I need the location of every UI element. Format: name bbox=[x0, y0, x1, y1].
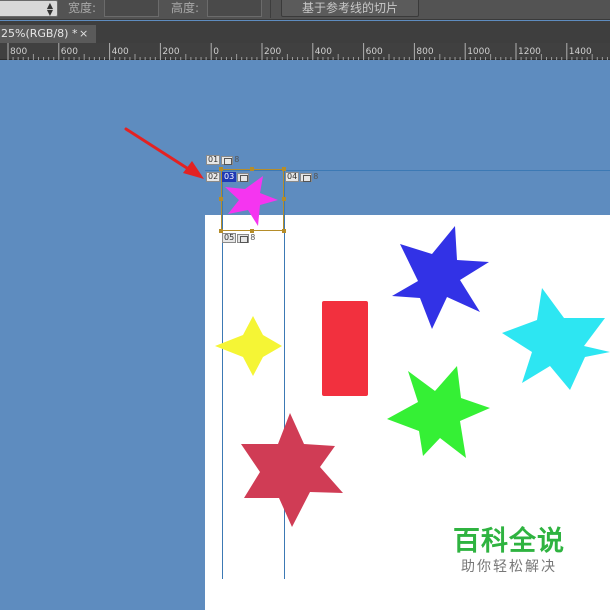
slice-number: 04 bbox=[285, 172, 300, 182]
yellow-star bbox=[215, 316, 282, 376]
resize-handle-bottom-right[interactable] bbox=[282, 229, 286, 233]
link-icon: 8 bbox=[250, 233, 256, 242]
watermark-title: 百科全说 bbox=[453, 526, 565, 557]
resize-handle-top-left[interactable] bbox=[219, 167, 223, 171]
link-icon: 8 bbox=[313, 172, 319, 181]
red-rectangle bbox=[322, 301, 368, 396]
watermark-logo: 百科全说 助你轻松解决 bbox=[432, 522, 586, 584]
slice-tag-04[interactable]: 04 8 bbox=[285, 172, 318, 182]
resize-handle-top[interactable] bbox=[250, 167, 254, 171]
slice-tag-03[interactable]: 03 bbox=[222, 172, 250, 182]
resize-handle-top-right[interactable] bbox=[282, 167, 286, 171]
image-slice-icon bbox=[237, 233, 250, 243]
crimson-star bbox=[241, 413, 343, 527]
red-arrow-icon bbox=[124, 127, 204, 179]
cyan-star bbox=[502, 288, 610, 390]
green-star bbox=[387, 366, 490, 458]
resize-handle-left[interactable] bbox=[219, 197, 223, 201]
slice-number: 03 bbox=[222, 172, 237, 182]
link-icon: 8 bbox=[234, 155, 240, 164]
artwork-layer bbox=[215, 176, 610, 527]
watermark-subtitle: 助你轻松解决 bbox=[461, 559, 557, 575]
image-slice-icon bbox=[237, 172, 250, 182]
slice-tag-01[interactable]: 01 8 bbox=[206, 155, 239, 165]
image-slice-icon bbox=[221, 155, 234, 165]
slice-number: 05 bbox=[222, 233, 237, 243]
resize-handle-right[interactable] bbox=[282, 197, 286, 201]
image-slice-icon bbox=[300, 172, 313, 182]
blue-star bbox=[392, 226, 489, 329]
slice-tag-05[interactable]: 05 8 bbox=[222, 233, 255, 243]
